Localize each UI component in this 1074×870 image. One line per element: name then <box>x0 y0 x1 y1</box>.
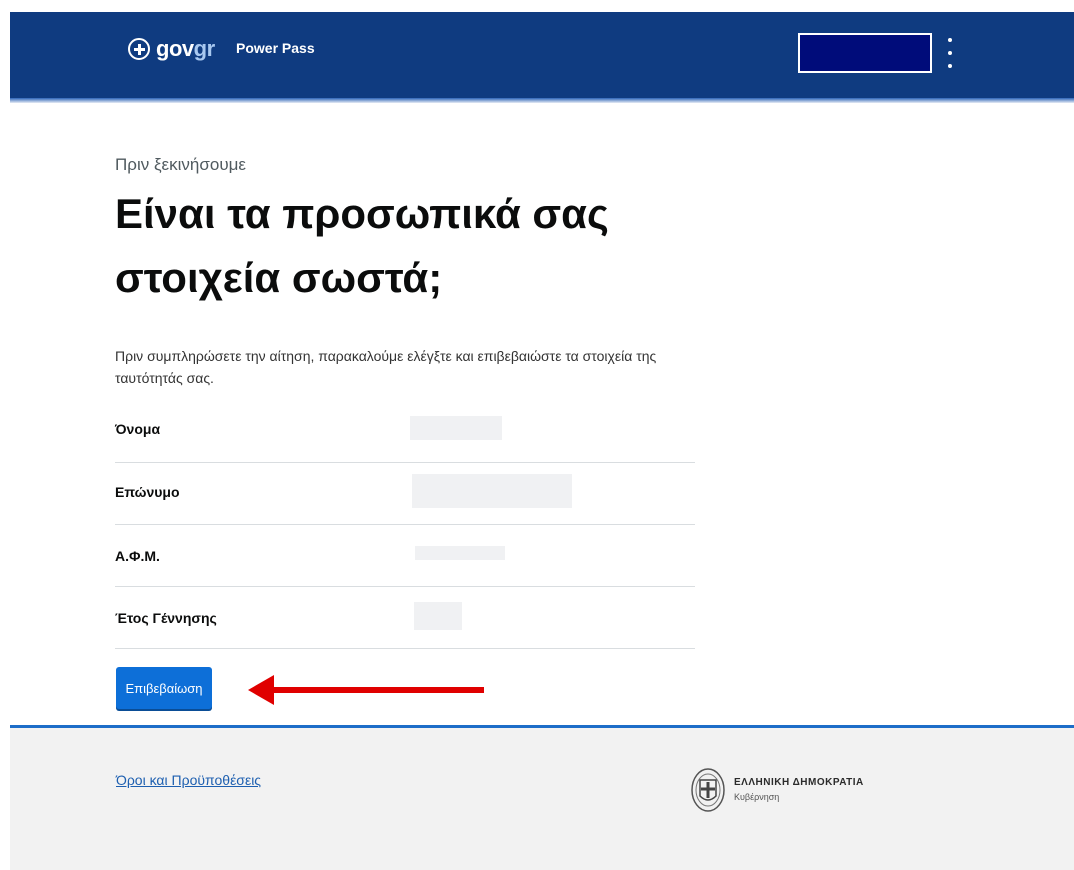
field-label: Έτος Γέννησης <box>115 610 217 626</box>
gov-subtitle: Κυβέρνηση <box>734 792 780 802</box>
terms-link[interactable]: Όροι και Προϋποθέσεις <box>116 772 261 788</box>
header-underline <box>10 98 1074 103</box>
footer <box>10 728 1074 870</box>
intro-text: Πριν συμπληρώσετε την αίτηση, παρακαλούμ… <box>115 348 657 386</box>
greek-coat-of-arms-icon <box>691 768 725 812</box>
field-row-birth-year: Έτος Γέννησης <box>115 586 695 649</box>
red-arrow-icon <box>248 675 484 705</box>
vertical-dots-icon[interactable] <box>944 38 956 68</box>
field-value-redacted <box>410 416 502 440</box>
field-label: Α.Φ.Μ. <box>115 548 160 564</box>
logo-gov-text: gov <box>156 36 194 61</box>
field-row-first-name: Όνομα <box>115 400 695 463</box>
field-value-redacted <box>414 602 462 630</box>
field-value-redacted <box>415 546 505 560</box>
gov-name: ΕΛΛΗΝΙΚΗ ΔΗΜΟΚΡΑΤΙΑ <box>734 777 864 788</box>
field-row-last-name: Επώνυμο <box>115 462 695 525</box>
field-label: Επώνυμο <box>115 484 180 500</box>
confirm-button[interactable]: Επιβεβαίωση <box>116 667 212 709</box>
field-value-redacted <box>412 474 572 508</box>
logo-gr-text: gr <box>193 36 216 61</box>
user-account-box[interactable] <box>798 33 932 73</box>
greek-cross-emblem-icon <box>128 38 150 60</box>
pre-title: Πριν ξεκινήσουμε <box>115 155 246 174</box>
field-row-tax-id: Α.Φ.Μ. <box>115 524 695 587</box>
page-title: Είναι τα προσωπικά σας στοιχεία σωστά; <box>115 190 609 301</box>
govgr-logo[interactable]: gov gr <box>128 36 215 62</box>
service-name: Power Pass <box>236 40 315 56</box>
field-label: Όνομα <box>115 421 161 437</box>
